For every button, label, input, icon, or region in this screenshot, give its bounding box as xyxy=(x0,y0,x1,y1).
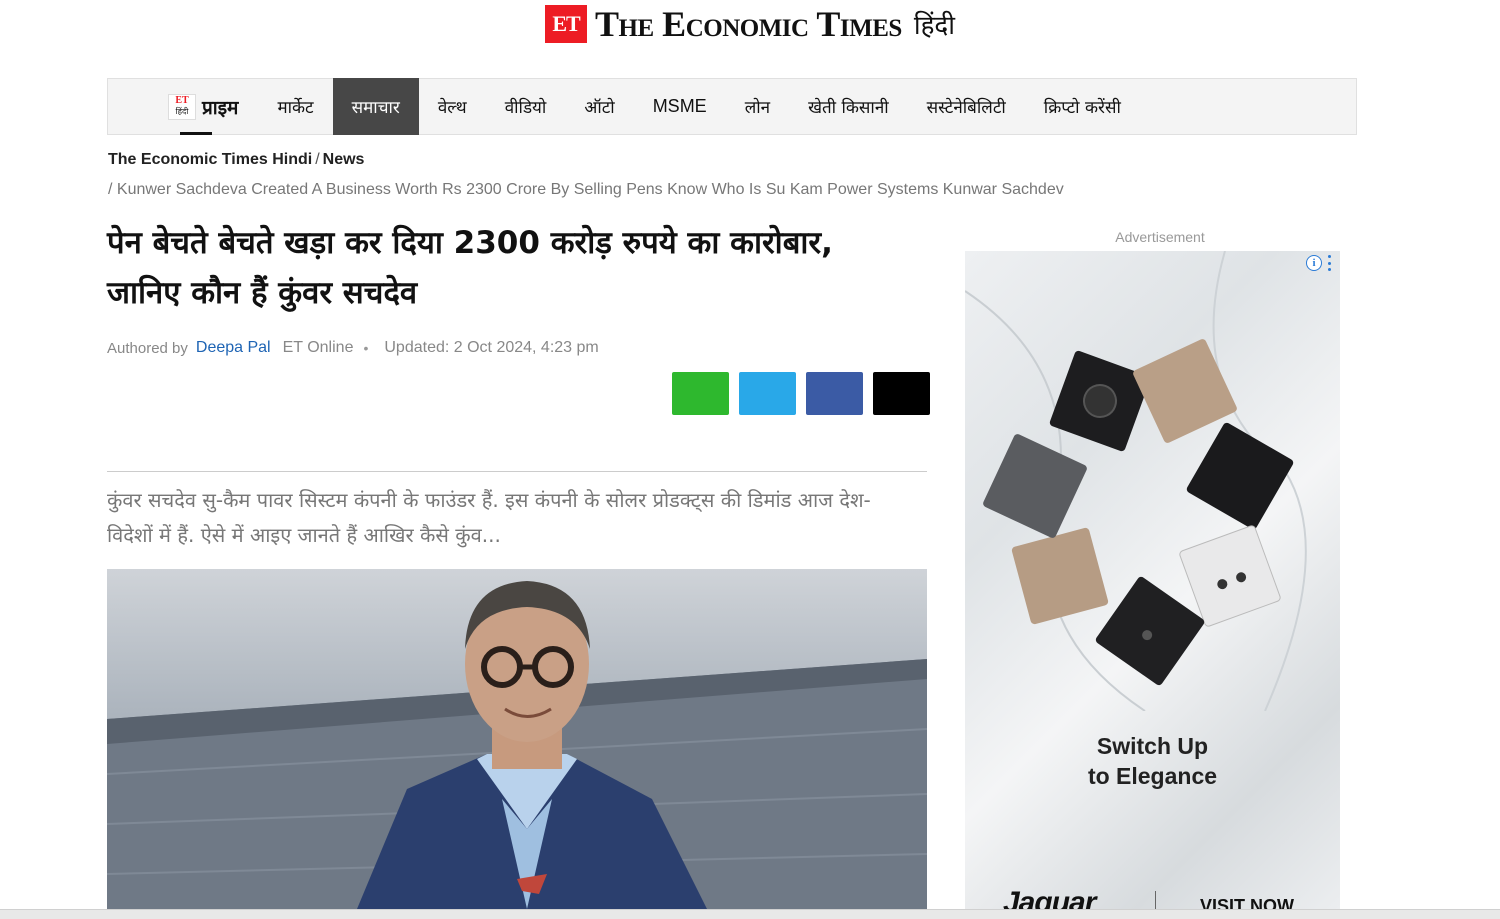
nav-item-auto[interactable]: ऑटो xyxy=(565,78,633,135)
advertisement[interactable]: i Switch Up to Elegance Jaquar VISIT NOW xyxy=(965,251,1340,911)
site-language-label: हिंदी xyxy=(913,11,955,41)
nav-item-sustainability[interactable]: सस्टेनेबिलिटी xyxy=(908,78,1025,135)
breadcrumb-section[interactable]: News xyxy=(323,151,365,168)
author-link[interactable]: Deepa Pal xyxy=(196,339,271,357)
prime-logo-icon: ET हिंदी xyxy=(168,93,196,120)
article-byline: Authored by Deepa Pal ET Online • Update… xyxy=(107,339,599,357)
summary-divider xyxy=(107,471,927,472)
ad-separator xyxy=(1155,891,1156,911)
main-nav: ET हिंदी प्राइम मार्केट समाचार वेल्थ वीड… xyxy=(107,78,1357,135)
nav-item-video[interactable]: वीडियो xyxy=(486,78,566,135)
facebook-share-button[interactable] xyxy=(806,372,863,415)
nav-prime[interactable]: ET हिंदी प्राइम xyxy=(168,78,238,135)
nav-item-market[interactable]: मार्केट xyxy=(258,78,332,135)
whatsapp-share-button[interactable] xyxy=(672,372,729,415)
ad-tagline: Switch Up to Elegance xyxy=(1087,733,1218,789)
nav-active-marker xyxy=(180,132,212,135)
updated-timestamp: Updated: 2 Oct 2024, 4:23 pm xyxy=(384,339,599,356)
email-share-button[interactable] xyxy=(873,372,930,415)
share-buttons xyxy=(672,372,930,415)
prime-label: प्राइम xyxy=(202,96,239,119)
nav-item-crypto[interactable]: क्रिप्टो करेंसी xyxy=(1025,78,1140,135)
nav-item-loan[interactable]: लोन xyxy=(726,78,789,135)
nav-item-farming[interactable]: खेती किसानी xyxy=(789,78,908,135)
ad-brand-logo[interactable]: Jaquar xyxy=(1003,886,1096,911)
bottom-bar xyxy=(0,909,1500,919)
nav-item-news[interactable]: समाचार xyxy=(332,78,419,135)
ad-label: Advertisement xyxy=(1115,229,1205,245)
article-hero-image[interactable] xyxy=(107,569,927,909)
nav-item-msme[interactable]: MSME xyxy=(634,78,726,135)
author-org: ET Online xyxy=(282,339,354,356)
breadcrumb: The Economic Times Hindi / News xyxy=(108,151,364,169)
site-masthead[interactable]: ET The Economic Times हिंदी xyxy=(0,4,1500,44)
authored-by-label: Authored by xyxy=(107,339,188,357)
article-headline: पेन बेचते बेचते खड़ा कर दिया 2300 करोड़ … xyxy=(107,225,833,311)
byline-dot: • xyxy=(363,340,369,356)
hero-photo-illustration xyxy=(107,581,927,909)
et-logo[interactable]: ET xyxy=(545,5,588,43)
breadcrumb-separator: / xyxy=(315,151,320,168)
breadcrumb-current-page: / Kunwer Sachdeva Created A Business Wor… xyxy=(108,181,1064,198)
twitter-share-button[interactable] xyxy=(739,372,796,415)
ad-switches-illustration xyxy=(965,251,1307,711)
article-summary: कुंवर सचदेव सु-कैम पावर सिस्टम कंपनी के … xyxy=(107,488,871,547)
site-title[interactable]: The Economic Times xyxy=(595,3,902,45)
breadcrumb-home[interactable]: The Economic Times Hindi xyxy=(108,151,312,168)
nav-item-wealth[interactable]: वेल्थ xyxy=(419,78,486,135)
